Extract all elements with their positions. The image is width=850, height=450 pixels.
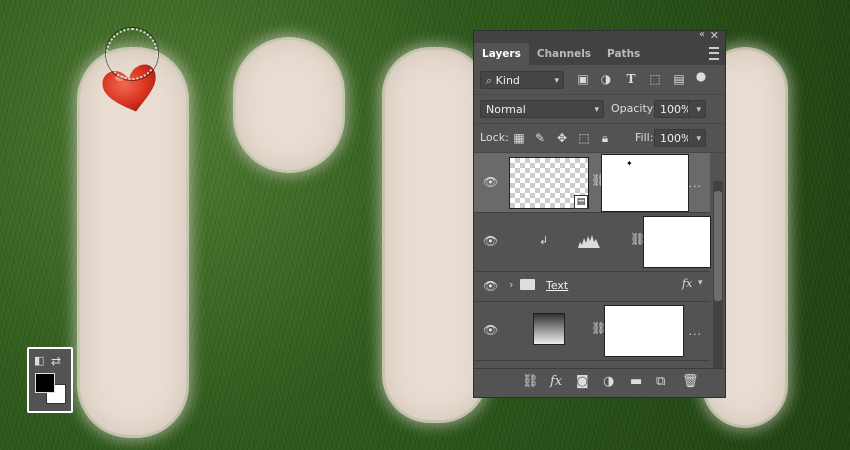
layer-levels-adjustment[interactable]: 👁︎ ↲ ⛓︎: [474, 212, 711, 272]
more-icon: ...: [688, 177, 702, 190]
filter-type-icon[interactable]: T: [624, 72, 638, 86]
default-colors-icon[interactable]: ◧: [34, 355, 46, 367]
lock-transparent-icon[interactable]: ▦: [512, 131, 526, 145]
tab-layers[interactable]: Layers: [474, 43, 529, 65]
layers-panel: « ✕ Layers Channels Paths ⌕ Kind ▾ ▣ ◑ T…: [473, 29, 726, 398]
opacity-value: 100%: [660, 103, 692, 116]
brush-cursor-icon: [106, 28, 158, 80]
layer-mask-thumbnail[interactable]: [604, 305, 684, 357]
layers-list: 👁︎ ▤ ⛓︎ ✦ ... 👁︎ ↲ ⛓︎ 👁︎ › Text fx ▾ 👁︎ …: [474, 153, 725, 367]
lock-image-icon[interactable]: ✎: [533, 131, 547, 145]
add-mask-icon[interactable]: ◙: [576, 375, 589, 389]
levels-histogram-icon: [578, 235, 600, 248]
lock-artboard-icon[interactable]: ⬚: [577, 131, 591, 145]
fill-dropdown[interactable]: ▾: [688, 129, 706, 147]
chevron-down-icon: ▾: [696, 105, 701, 115]
chevron-right-icon[interactable]: ›: [509, 278, 513, 291]
layer-name[interactable]: Text: [546, 279, 568, 292]
tab-channels[interactable]: Channels: [529, 43, 599, 65]
blend-mode-select[interactable]: Normal ▾: [480, 100, 604, 118]
close-icon[interactable]: ✕: [710, 29, 719, 42]
opacity-label: Opacity:: [611, 102, 657, 115]
lock-position-icon[interactable]: ✥: [555, 131, 569, 145]
filter-toggle-icon[interactable]: ●: [694, 69, 708, 83]
chevron-down-icon[interactable]: ▾: [698, 278, 703, 288]
color-swatches: ◧ ⇄: [27, 347, 73, 413]
mask-detail: ✦: [626, 159, 633, 168]
fur-letter-stroke: [385, 50, 485, 420]
fx-icon[interactable]: fx: [682, 277, 692, 290]
lock-row: Lock: ▦ ✎ ✥ ⬚ 🔒︎ Fill: 100% ▾: [474, 124, 725, 153]
delete-layer-icon[interactable]: 🗑︎: [682, 375, 699, 389]
panel-titlebar: « ✕: [474, 29, 725, 43]
opacity-dropdown[interactable]: ▾: [688, 100, 706, 118]
layer-mask-thumbnail[interactable]: [643, 216, 711, 268]
layer-mask-thumbnail[interactable]: ✦: [601, 154, 689, 212]
collapse-icon[interactable]: «: [699, 29, 705, 40]
search-icon: ⌕: [486, 74, 496, 87]
panel-tabs: Layers Channels Paths: [474, 43, 725, 65]
swap-colors-icon[interactable]: ⇄: [51, 354, 65, 368]
visibility-eye-icon[interactable]: 👁︎: [483, 235, 498, 247]
layers-bottom-toolbar: ⛓︎ fx ◙ ◑ ▬ ⧉ 🗑︎: [474, 368, 725, 397]
smart-object-badge-icon: ▤: [574, 195, 588, 209]
filter-kind-label: Kind: [495, 74, 520, 87]
fill-value: 100%: [660, 132, 692, 145]
gradient-fill-icon: [533, 313, 565, 345]
filter-kind-select[interactable]: ⌕ Kind ▾: [480, 71, 564, 89]
visibility-eye-icon[interactable]: 👁︎: [483, 176, 498, 188]
filter-smart-object-icon[interactable]: ▤: [672, 72, 686, 86]
layers-scrollbar[interactable]: [713, 181, 723, 397]
visibility-eye-icon[interactable]: 👁︎: [483, 280, 498, 292]
new-group-icon[interactable]: ▬: [630, 375, 642, 389]
fur-letter-dot: [236, 40, 342, 170]
link-layers-icon[interactable]: ⛓︎: [522, 375, 539, 389]
filter-shape-icon[interactable]: ⬚: [648, 72, 662, 86]
chevron-down-icon: ▾: [554, 76, 559, 86]
layer-filter-row: ⌕ Kind ▾ ▣ ◑ T ⬚ ▤ ●: [474, 65, 725, 95]
folder-icon: [520, 279, 535, 290]
lock-label: Lock:: [480, 131, 509, 144]
new-layer-icon[interactable]: ⧉: [656, 375, 665, 389]
blend-mode-value: Normal: [486, 103, 526, 116]
add-layer-style-icon[interactable]: fx: [550, 375, 562, 389]
more-icon: ...: [688, 325, 702, 338]
fill-label: Fill:: [635, 131, 654, 144]
tab-paths[interactable]: Paths: [599, 43, 648, 65]
panel-menu-icon[interactable]: [709, 47, 719, 60]
blend-row: Normal ▾ Opacity: 100% ▾: [474, 95, 725, 124]
foreground-color-swatch[interactable]: [35, 373, 55, 393]
chevron-down-icon: ▾: [696, 134, 701, 144]
layer-smart-object[interactable]: 👁︎ ▤ ⛓︎ ✦ ...: [474, 153, 710, 213]
filter-pixel-icon[interactable]: ▣: [576, 72, 590, 86]
scroll-thumb[interactable]: [714, 191, 722, 301]
new-adjustment-layer-icon[interactable]: ◑: [603, 375, 614, 389]
clipping-arrow-icon: ↲: [539, 234, 549, 247]
filter-adjustment-icon[interactable]: ◑: [599, 72, 613, 86]
layer-group-text[interactable]: 👁︎ › Text fx ▾: [474, 271, 710, 302]
lock-all-icon[interactable]: 🔒︎: [598, 131, 612, 145]
visibility-eye-icon[interactable]: 👁︎: [483, 324, 498, 336]
layer-gradient-fill[interactable]: 👁︎ ⛓︎ ...: [474, 301, 710, 361]
chevron-down-icon: ▾: [594, 105, 599, 115]
